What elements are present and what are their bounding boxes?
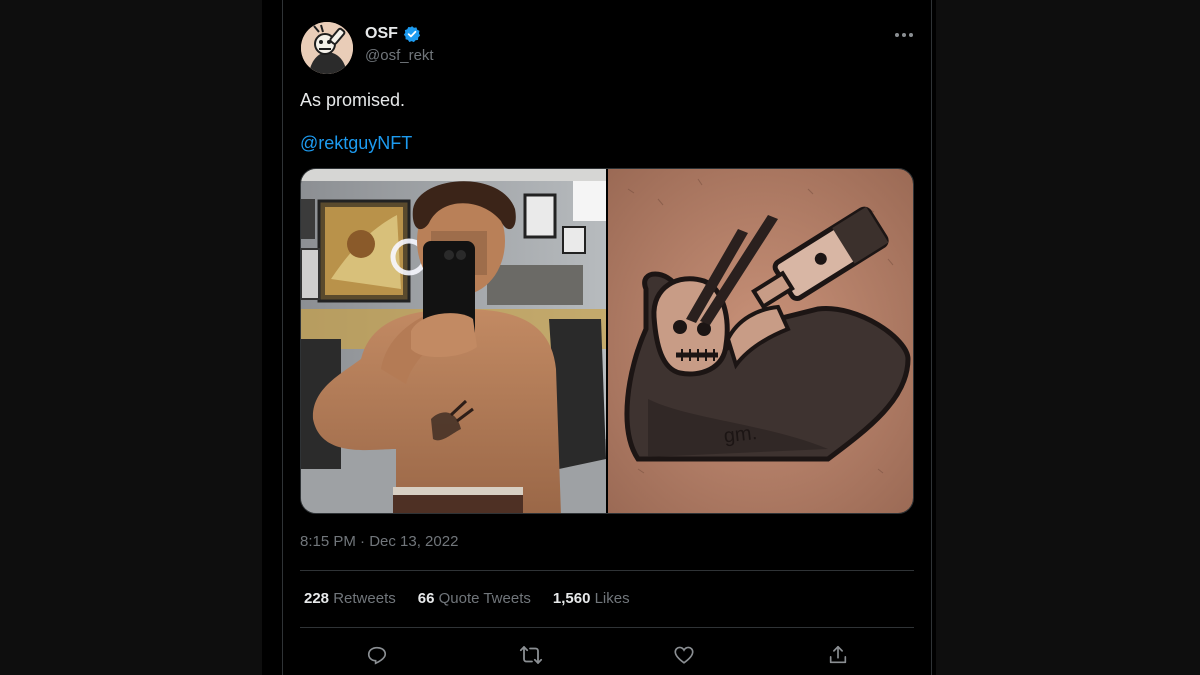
tweet-text: As promised. — [300, 90, 406, 110]
mention-link[interactable]: @rektguyNFT — [300, 133, 412, 154]
like-button[interactable] — [669, 640, 699, 670]
engagement-stats: 228 Retweets 66 Quote Tweets 1,560 Likes — [304, 590, 630, 607]
share-icon — [829, 645, 847, 664]
author-display-name[interactable]: OSF — [365, 25, 398, 43]
quotes-label: Quote Tweets — [438, 590, 531, 607]
action-bar — [283, 640, 933, 670]
reply-button[interactable] — [362, 640, 392, 670]
retweets-stat[interactable]: 228 Retweets — [304, 590, 396, 607]
author-name-row[interactable]: OSF — [365, 25, 421, 43]
quote-tweets-stat[interactable]: 66 Quote Tweets — [418, 590, 531, 607]
retweet-button[interactable] — [516, 640, 546, 670]
more-dot-icon — [902, 33, 906, 37]
divider — [300, 627, 914, 628]
more-dot-icon — [895, 33, 899, 37]
more-dot-icon — [909, 33, 913, 37]
retweets-count: 228 — [304, 590, 330, 607]
reply-icon — [367, 646, 387, 665]
author-handle[interactable]: @osf_rekt — [365, 47, 434, 64]
share-button[interactable] — [823, 640, 853, 670]
likes-label: Likes — [594, 590, 630, 607]
divider — [300, 570, 914, 571]
verified-badge-icon — [403, 25, 421, 43]
more-options-button[interactable] — [889, 22, 919, 48]
tweet-media[interactable]: gm. — [300, 168, 914, 514]
left-gutter — [0, 0, 262, 675]
svg-text:gm.: gm. — [723, 422, 758, 447]
right-gutter — [936, 0, 1200, 675]
media-photo-selfie[interactable] — [301, 169, 606, 513]
tweet-detail: OSF @osf_rekt As promised. @rektguyNFT g… — [282, 0, 932, 675]
tweet-timestamp[interactable]: 8:15 PM · Dec 13, 2022 — [300, 533, 458, 550]
quotes-count: 66 — [417, 590, 435, 607]
like-icon — [674, 646, 694, 664]
avatar[interactable] — [301, 22, 353, 74]
likes-stat[interactable]: 1,560 Likes — [553, 590, 630, 607]
retweets-label: Retweets — [333, 590, 396, 607]
media-photo-tattoo[interactable]: gm. — [608, 169, 913, 513]
likes-count: 1,560 — [552, 590, 591, 607]
retweet-icon — [519, 646, 543, 664]
